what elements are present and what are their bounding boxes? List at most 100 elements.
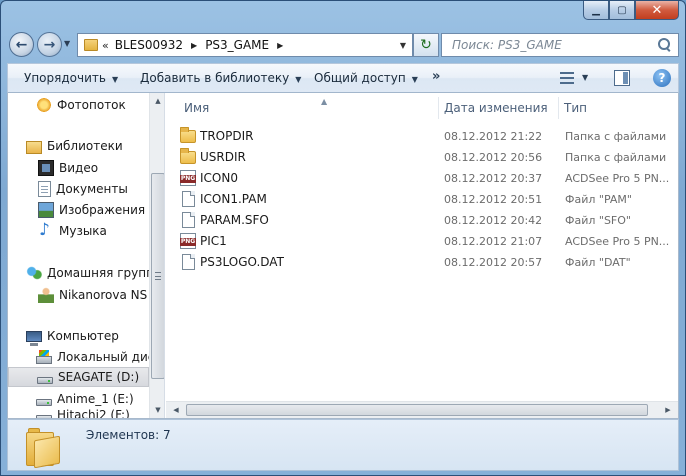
navigation-scrollbar[interactable]: ▲ ▼: [149, 93, 164, 418]
file-date: 08.12.2012 20:42: [444, 214, 543, 227]
nav-item-local-disk[interactable]: Локальный диск: [36, 347, 164, 367]
nav-item-user[interactable]: Nikanorova NS (N: [38, 285, 164, 305]
nav-item-photostream[interactable]: Фотопоток: [36, 95, 164, 115]
address-dropdown[interactable]: ▼: [394, 34, 412, 56]
nav-item-libraries[interactable]: Библиотеки: [26, 136, 164, 156]
search-icon[interactable]: [658, 38, 672, 52]
refresh-button[interactable]: ↻: [413, 33, 439, 57]
column-header-type[interactable]: Тип: [564, 97, 587, 119]
scrollbar-thumb[interactable]: [186, 404, 648, 416]
folder-icon: [84, 39, 98, 51]
minimize-icon: ▁: [592, 4, 600, 16]
organize-label: Упорядочить: [24, 71, 106, 85]
nav-item-seagate[interactable]: SEAGATE (D:): [8, 367, 149, 387]
file-name: PARAM.SFO: [200, 213, 269, 227]
add-to-library-button[interactable]: Добавить в библиотеку ▼: [140, 71, 301, 85]
scroll-down-icon[interactable]: ▼: [150, 402, 164, 418]
homegroup-icon: [26, 265, 42, 281]
file-row[interactable]: PARAM.SFO 08.12.2012 20:42 Файл "SFO": [180, 209, 680, 230]
column-header-name[interactable]: Имя ▲: [184, 97, 327, 119]
column-divider[interactable]: [558, 97, 559, 119]
navigation-bar: ← → ▼ « BLES00932 ▶ PS3_GAME ▶ ▼ ↻ Поиск…: [7, 31, 679, 59]
sort-ascending-icon: ▲: [321, 97, 328, 106]
png-icon: [180, 170, 196, 186]
nav-item-hitachi[interactable]: Hitachi2 (F:): [36, 409, 164, 418]
preview-pane-icon[interactable]: [614, 70, 630, 86]
share-button[interactable]: Общий доступ ▼: [314, 71, 418, 85]
scroll-up-icon[interactable]: ▲: [150, 93, 164, 109]
nav-item-homegroup[interactable]: Домашняя группа: [26, 263, 164, 283]
file-row[interactable]: ICON1.PAM 08.12.2012 20:51 Файл "PAM": [180, 188, 680, 209]
nav-item-label: Домашняя группа: [47, 266, 162, 280]
file-row[interactable]: TROPDIR 08.12.2012 21:22 Папка с файлами: [180, 125, 680, 146]
nav-item-label: Музыка: [59, 224, 107, 238]
column-divider[interactable]: [438, 97, 439, 119]
column-type-label: Тип: [564, 101, 587, 115]
nav-item-label: Изображения: [59, 203, 146, 217]
back-button[interactable]: ←: [9, 32, 34, 57]
file-icon: [182, 254, 195, 270]
file-row[interactable]: USRDIR 08.12.2012 20:56 Папка с файлами: [180, 146, 680, 167]
file-date: 08.12.2012 21:22: [444, 130, 543, 143]
nav-item-computer[interactable]: Компьютер: [26, 326, 164, 346]
command-bar: Упорядочить ▼ Добавить в библиотеку ▼ Общи…: [7, 63, 679, 93]
chevron-down-icon: ▼: [411, 75, 418, 84]
maximize-icon: ▢: [617, 4, 627, 16]
change-view-icon[interactable]: [560, 72, 574, 84]
forward-button[interactable]: →: [37, 32, 62, 57]
file-type: Файл "PAM": [565, 193, 632, 206]
minimize-button[interactable]: ▁: [583, 1, 609, 20]
breadcrumb-chevron-icon[interactable]: ▶: [271, 41, 289, 50]
scroll-right-icon[interactable]: ▶: [660, 402, 676, 418]
column-header-date[interactable]: Дата изменения: [444, 97, 548, 119]
user-icon: [38, 287, 54, 303]
nav-item-label: Локальный диск: [57, 350, 162, 364]
scrollbar-thumb[interactable]: [151, 173, 164, 379]
nav-item-label: Фотопоток: [57, 98, 126, 112]
arrow-right-icon: →: [43, 36, 56, 53]
column-date-label: Дата изменения: [444, 101, 548, 115]
file-row[interactable]: ICON0 08.12.2012 20:37 ACDSee Pro 5 PN...: [180, 167, 680, 188]
organize-button[interactable]: Упорядочить ▼: [24, 71, 118, 85]
add-to-library-label: Добавить в библиотеку: [140, 71, 290, 85]
breadcrumb-chevron-icon[interactable]: ▶: [185, 41, 203, 50]
nav-item-anime[interactable]: Anime_1 (E:): [36, 389, 164, 409]
recent-pages-dropdown[interactable]: ▼: [64, 39, 70, 48]
share-label: Общий доступ: [314, 71, 406, 85]
scroll-left-icon[interactable]: ◀: [168, 402, 184, 418]
breadcrumb-item[interactable]: BLES00932: [113, 38, 185, 52]
file-name: PIC1: [200, 234, 227, 248]
file-type: ACDSee Pro 5 PN...: [565, 235, 670, 248]
close-button[interactable]: ✕: [635, 1, 679, 20]
search-input[interactable]: Поиск: PS3_GAME: [441, 33, 679, 57]
file-list-scrollbar[interactable]: ◀ ▶: [166, 401, 678, 418]
nav-item-pictures[interactable]: Изображения: [38, 200, 164, 220]
folder-icon: [26, 424, 60, 469]
file-type: Файл "DAT": [565, 256, 631, 269]
breadcrumb-item[interactable]: PS3_GAME: [203, 38, 271, 52]
file-row[interactable]: PS3LOGO.DAT 08.12.2012 20:57 Файл "DAT": [180, 251, 680, 272]
file-row[interactable]: PIC1 08.12.2012 21:07 ACDSee Pro 5 PN...: [180, 230, 680, 251]
file-name: PS3LOGO.DAT: [200, 255, 284, 269]
folder-icon: [180, 148, 196, 164]
view-options-dropdown[interactable]: ▼: [582, 73, 588, 82]
file-date: 08.12.2012 20:37: [444, 172, 543, 185]
column-name-label: Имя: [184, 101, 210, 115]
details-pane: Элементов: 7: [7, 419, 679, 471]
nav-item-music[interactable]: Музыка: [38, 221, 164, 241]
video-icon: [38, 160, 54, 176]
more-commands-button[interactable]: »: [432, 69, 440, 84]
drive-icon: [36, 414, 52, 418]
file-icon: [182, 191, 195, 207]
maximize-button[interactable]: ▢: [609, 1, 635, 20]
explorer-window: ▁ ▢ ✕ ← → ▼ « BLES00932 ▶ PS3_GAME ▶ ▼ ↻…: [0, 0, 686, 476]
nav-item-video[interactable]: Видео: [38, 158, 164, 178]
nav-item-label: SEAGATE (D:): [58, 370, 140, 384]
help-icon[interactable]: ?: [653, 69, 671, 87]
breadcrumb-overflow[interactable]: «: [102, 39, 109, 52]
file-date: 08.12.2012 20:56: [444, 151, 543, 164]
file-type: ACDSee Pro 5 PN...: [565, 172, 670, 185]
address-bar[interactable]: « BLES00932 ▶ PS3_GAME ▶ ▼: [77, 33, 413, 57]
nav-item-documents[interactable]: Документы: [38, 179, 164, 199]
item-count: Элементов: 7: [86, 428, 171, 442]
